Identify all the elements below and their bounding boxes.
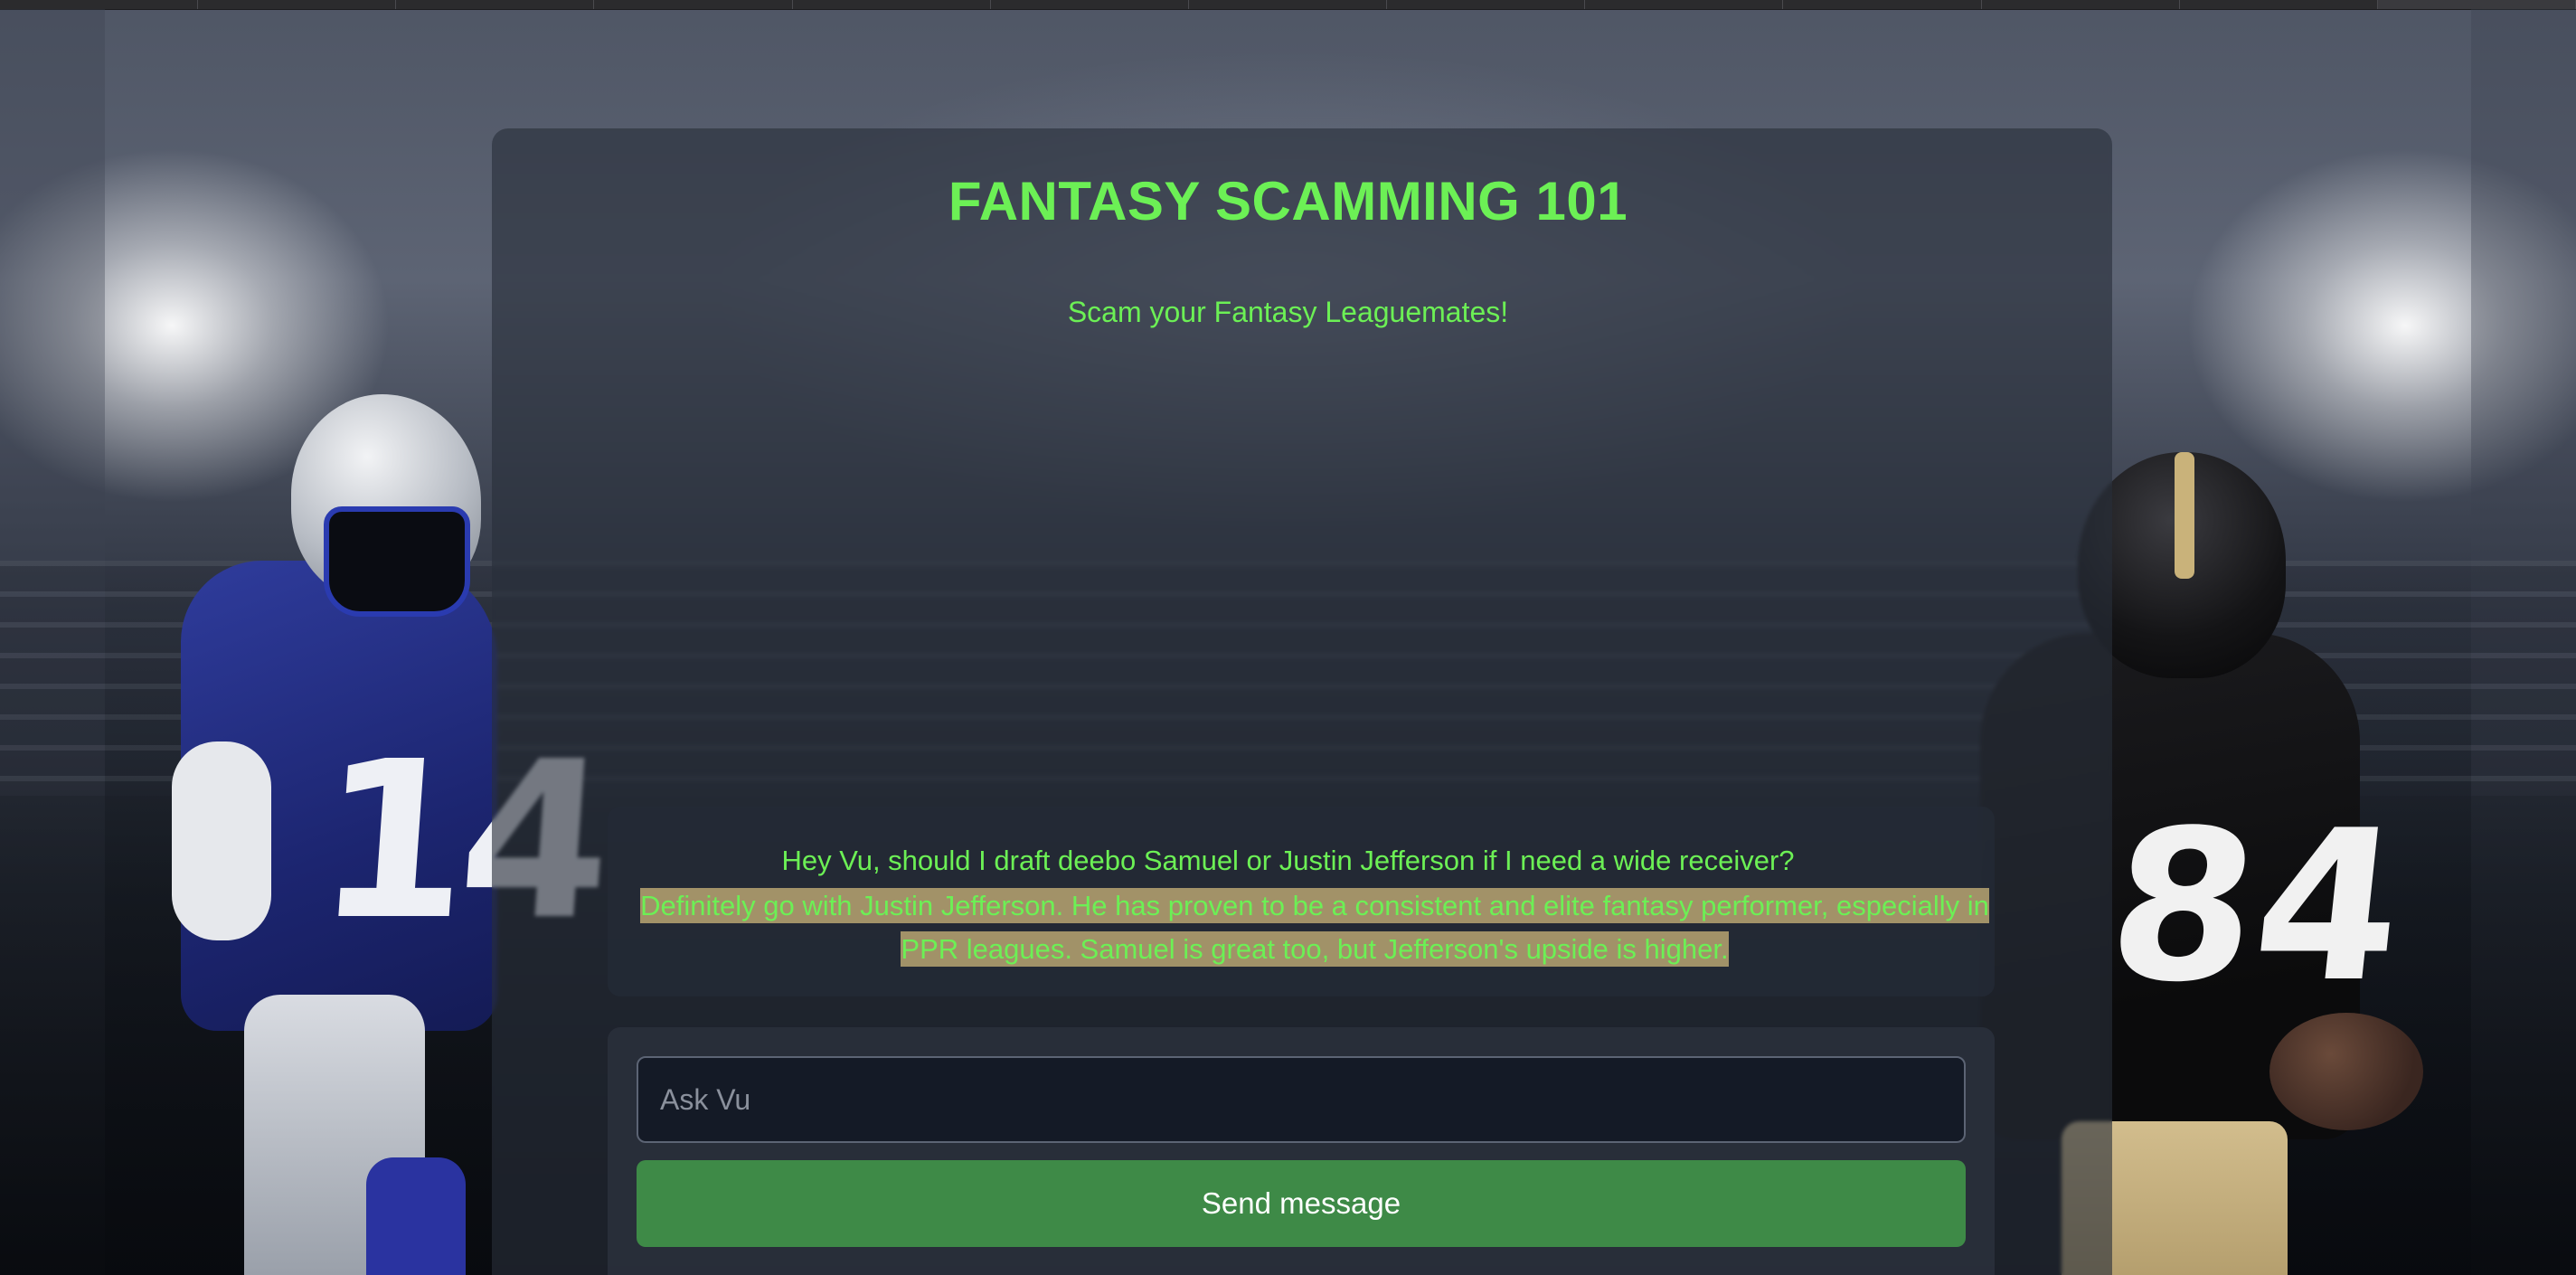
browser-tab-strip bbox=[0, 0, 2576, 10]
page-background: 14 84 FANTASY SCAMMING 101 Scam your Fan… bbox=[0, 0, 2576, 1275]
browser-tab[interactable] bbox=[396, 0, 595, 9]
football-icon bbox=[2269, 1013, 2423, 1130]
ask-input[interactable] bbox=[637, 1056, 1966, 1143]
browser-tab[interactable] bbox=[1189, 0, 1388, 9]
chat-message-assistant-text: Definitely go with Justin Jefferson. He … bbox=[640, 888, 1989, 967]
page-title: FANTASY SCAMMING 101 bbox=[948, 171, 1628, 231]
browser-tab[interactable] bbox=[594, 0, 793, 9]
browser-tab[interactable] bbox=[991, 0, 1189, 9]
browser-tab[interactable] bbox=[1982, 0, 2180, 9]
player-left-sock bbox=[366, 1157, 466, 1275]
browser-tab[interactable] bbox=[1585, 0, 1784, 9]
browser-tab[interactable] bbox=[1387, 0, 1586, 9]
chat-message-assistant: Definitely go with Justin Jefferson. He … bbox=[637, 884, 1993, 971]
browser-tab[interactable] bbox=[793, 0, 991, 9]
browser-tab[interactable] bbox=[0, 0, 199, 9]
player-right-number: 84 bbox=[2098, 787, 2414, 1028]
browser-tab-active[interactable] bbox=[2377, 0, 2576, 9]
page-subtitle: Scam your Fantasy Leaguemates! bbox=[1067, 296, 1509, 328]
player-right-helmet-stripe bbox=[2175, 452, 2194, 579]
player-left-facemask bbox=[324, 506, 470, 617]
send-message-button[interactable]: Send message bbox=[637, 1160, 1966, 1247]
browser-tab[interactable] bbox=[198, 0, 397, 9]
browser-tab[interactable] bbox=[1783, 0, 1982, 9]
browser-tab[interactable] bbox=[2180, 0, 2378, 9]
chat-message-user: Hey Vu, should I draft deebo Samuel or J… bbox=[781, 845, 1795, 876]
